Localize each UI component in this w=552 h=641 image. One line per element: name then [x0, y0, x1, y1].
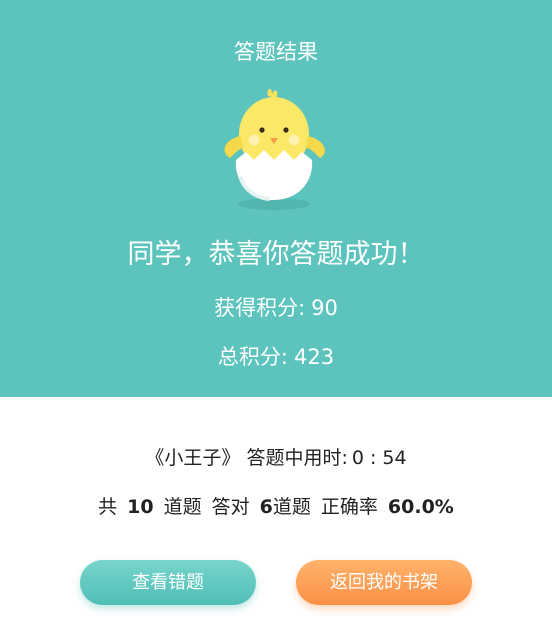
correct-suffix: 道题: [272, 496, 311, 518]
chick-in-eggshell-icon: [224, 88, 325, 210]
accuracy-value: 60.0%: [387, 496, 454, 518]
earned-points: 获得积分: 90: [0, 292, 552, 322]
correct-count: 6: [259, 496, 273, 518]
time-used-line: 《小王子》 答题中用时: 0 : 54: [0, 443, 552, 470]
total-points-label: 总积分:: [217, 345, 288, 369]
back-to-bookshelf-button[interactable]: 返回我的书架: [296, 560, 472, 605]
time-value: 0 : 54: [351, 447, 407, 469]
view-wrong-answers-button[interactable]: 查看错题: [80, 560, 256, 605]
congrats-message: 同学，恭喜你答题成功！: [127, 239, 425, 270]
book-title: 《小王子》: [145, 447, 241, 469]
time-label: 答题中用时:: [246, 447, 348, 469]
accuracy-label: 正确率: [320, 496, 378, 518]
total-suffix: 道题: [163, 496, 202, 518]
page-title: 答题结果: [234, 40, 318, 64]
correct-prefix: 答对: [211, 496, 250, 518]
earned-points-value: 90: [311, 296, 338, 320]
earned-points-label: 获得积分:: [214, 296, 306, 320]
total-prefix: 共: [98, 496, 118, 518]
result-summary-panel: [0, 397, 552, 641]
total-question-count: 10: [127, 496, 154, 518]
total-points-value: 423: [293, 345, 335, 369]
total-points: 总积分: 423: [0, 341, 552, 371]
stats-line: 共 10 道题 答对 6道题 正确率 60.0%: [0, 492, 552, 519]
